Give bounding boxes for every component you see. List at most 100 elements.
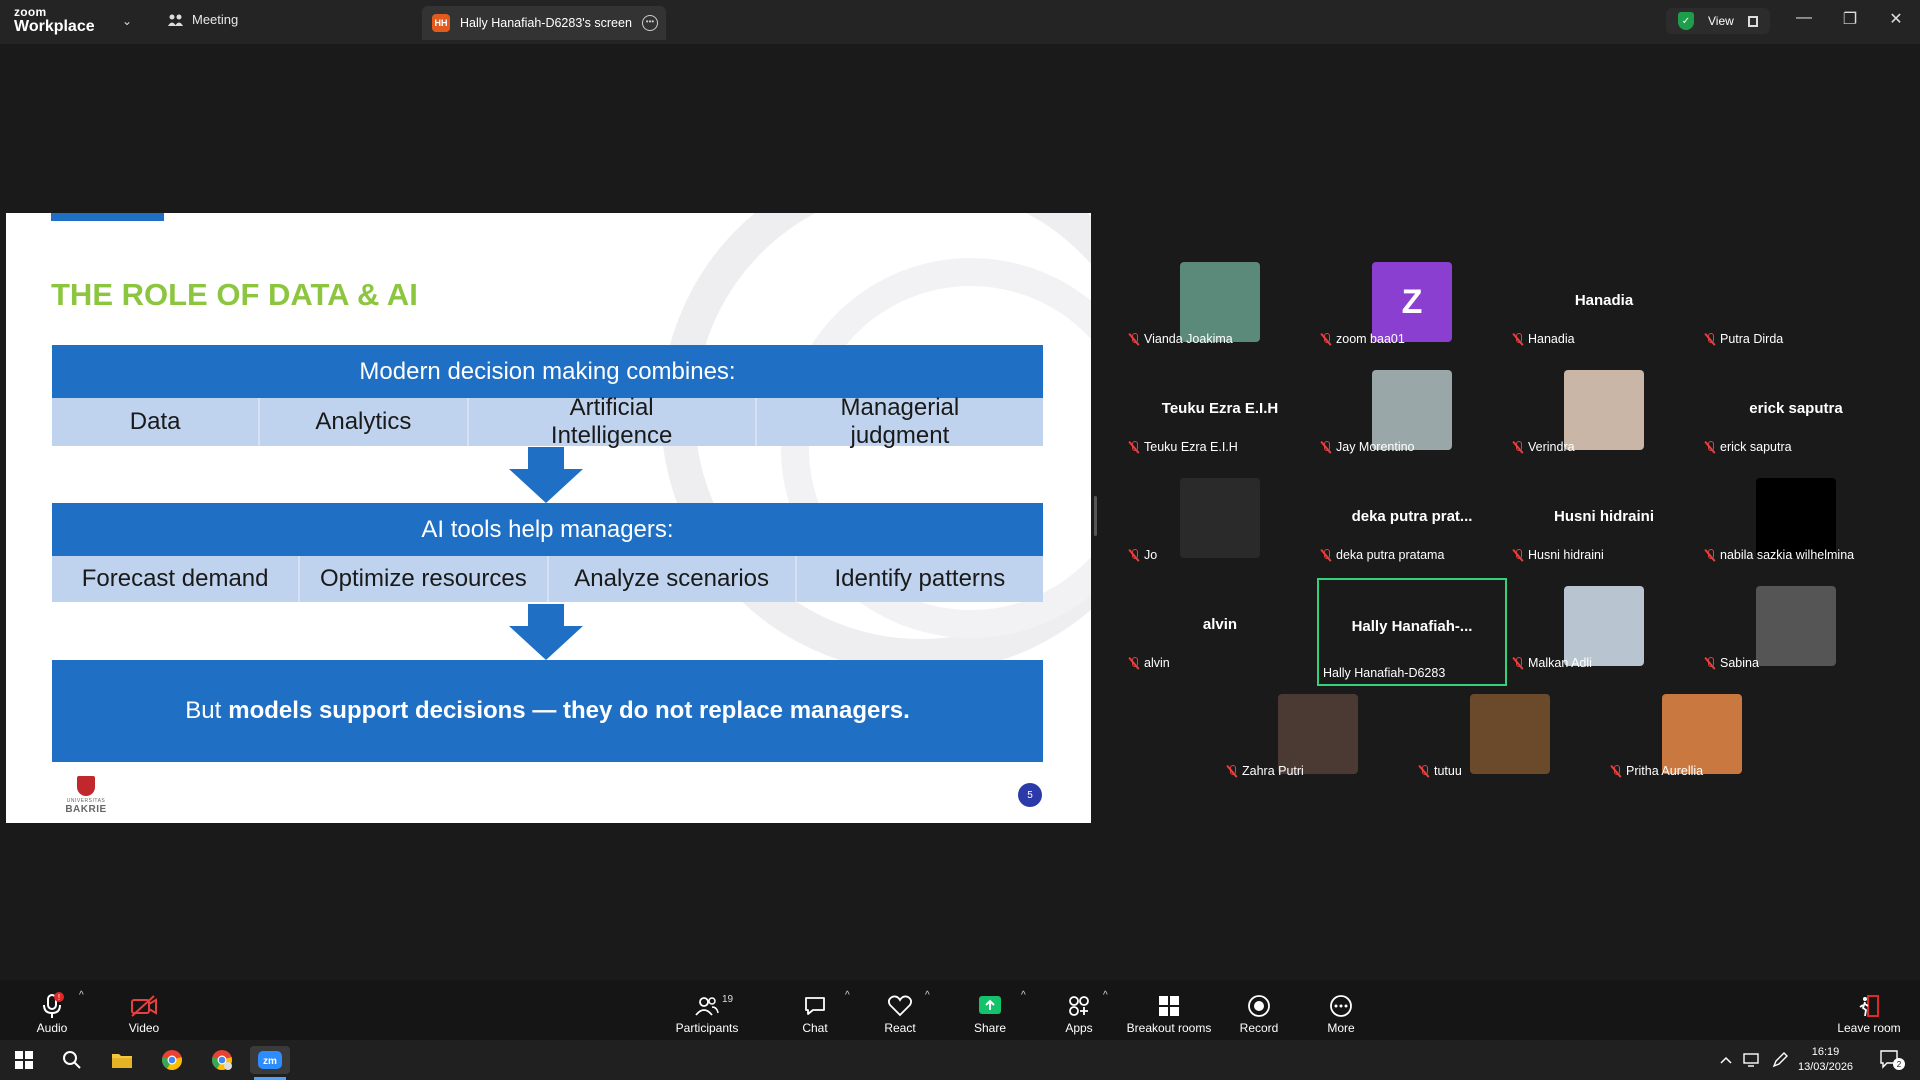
record-label: Record [1239, 1021, 1279, 1035]
participant-name: tutuu [1434, 764, 1462, 778]
record-button[interactable]: Record [1233, 980, 1285, 1040]
mic-muted-icon [1705, 656, 1715, 670]
participant-name-label: Putra Dirda [1705, 332, 1783, 346]
mic-muted-icon [1611, 764, 1621, 778]
participant-display-name: alvin [1202, 616, 1238, 633]
participant-tile[interactable]: Verindra [1509, 370, 1699, 474]
combines-cell: Analytics [260, 398, 469, 446]
chrome-icon[interactable] [152, 1046, 192, 1074]
participant-name-label: Jo [1129, 548, 1157, 562]
clock-time: 16:19 [1811, 1046, 1840, 1058]
participant-name: Malkan Adli [1528, 656, 1592, 670]
universitas-bakrie-logo: UNIVERSITAS BAKRIE [58, 776, 114, 815]
react-options-caret-icon[interactable]: ^ [925, 990, 930, 1001]
participant-name-label: Zahra Putri [1227, 764, 1304, 778]
grid-view-icon [1747, 15, 1758, 27]
participant-name: Jo [1144, 548, 1158, 562]
network-icon[interactable] [1740, 1046, 1764, 1074]
breakout-rooms-button[interactable]: Breakout rooms [1126, 980, 1212, 1040]
view-button[interactable]: ✓ View [1666, 8, 1770, 34]
share-options-caret-icon[interactable]: ^ [1021, 990, 1026, 1001]
close-icon[interactable]: ✕ [1886, 9, 1906, 29]
chrome-profile-icon[interactable] [202, 1046, 242, 1074]
participant-tile[interactable]: Putra Dirda [1701, 262, 1891, 366]
participant-video [1564, 370, 1644, 450]
participant-tile[interactable]: Pritha Aurellia [1607, 694, 1797, 798]
participant-tile[interactable]: Hanadia Hanadia [1509, 262, 1699, 366]
audio-options-caret-icon[interactable]: ^ [79, 990, 84, 1001]
video-button[interactable]: Video [114, 980, 174, 1040]
record-icon [1247, 991, 1271, 1021]
ai-tools-cell: Identify patterns [834, 565, 1006, 593]
share-label: Share [973, 1021, 1007, 1035]
participant-name-label: Jay Morentino [1321, 440, 1415, 454]
participant-name: Hally Hanafiah-D6283 [1323, 666, 1446, 680]
slide-page-number: 5 [1018, 783, 1042, 807]
minimize-icon[interactable]: — [1794, 9, 1814, 27]
audio-button[interactable]: ! Audio [22, 980, 82, 1040]
tab-shared-screen[interactable]: HH Hally Hanafiah-D6283's screen ••• [422, 6, 666, 40]
tab-meeting[interactable]: Meeting [168, 12, 238, 27]
participant-video [1756, 262, 1836, 342]
participant-tile[interactable]: deka putra prat... deka putra pratama [1317, 478, 1507, 582]
notification-count: 2 [1897, 1060, 1902, 1069]
apps-button[interactable]: Apps [1054, 980, 1104, 1040]
panel-resize-handle[interactable] [1094, 496, 1097, 536]
share-button[interactable]: Share [965, 980, 1015, 1040]
participant-tile[interactable]: Hally Hanafiah-... Hally Hanafiah-D6283 [1317, 578, 1507, 686]
zoom-workplace-logo[interactable]: zoom Workplace [14, 6, 95, 35]
participant-tile[interactable]: Zzoom baa01 [1317, 262, 1507, 366]
notification-center-icon[interactable]: 2 [1872, 1046, 1912, 1074]
apps-options-caret-icon[interactable]: ^ [1103, 990, 1108, 1001]
participant-tile[interactable]: alvin alvin [1125, 586, 1315, 690]
logo-line2: Workplace [14, 18, 95, 35]
participant-name: nabila sazkia wilhelmina [1720, 548, 1855, 562]
windows-icon[interactable] [4, 1046, 44, 1074]
participant-name: Verindra [1528, 440, 1575, 454]
system-clock[interactable]: 16:19 13/03/2026 [1798, 1045, 1853, 1075]
participants-button[interactable]: Participants [670, 980, 744, 1040]
mic-muted-icon [1321, 332, 1331, 346]
file-explorer-icon[interactable] [102, 1046, 142, 1074]
participant-tile[interactable]: Jo [1125, 478, 1315, 582]
participant-name: alvin [1144, 656, 1170, 670]
participant-tile[interactable]: Sabina [1701, 586, 1891, 690]
participant-name-label: deka putra pratama [1321, 548, 1444, 562]
security-shield-icon[interactable]: ✓ [1678, 12, 1694, 30]
participant-tile[interactable]: Jay Morentino [1317, 370, 1507, 474]
participant-tile[interactable]: tutuu [1415, 694, 1605, 798]
meeting-icon [168, 14, 183, 26]
participant-name: Teuku Ezra E.I.H [1144, 440, 1238, 454]
chevron-down-icon[interactable]: ⌄ [122, 14, 132, 28]
more-options-icon[interactable]: ••• [642, 15, 658, 31]
mic-muted-icon [1129, 548, 1139, 562]
participant-tile[interactable]: erick saputra erick saputra [1701, 370, 1891, 474]
participant-name-label: Verindra [1513, 440, 1575, 454]
leave-room-button[interactable]: Leave room [1834, 980, 1904, 1040]
participant-tile[interactable]: Malkan Adli [1509, 586, 1699, 690]
participant-tile[interactable]: Teuku Ezra E.I.H Teuku Ezra E.I.H [1125, 370, 1315, 474]
system-tray-caret-icon[interactable] [1714, 1046, 1738, 1074]
slide-title: THE ROLE OF DATA & AI [51, 277, 418, 312]
participant-name-label: tutuu [1419, 764, 1462, 778]
chat-icon [803, 991, 827, 1021]
title-bar: zoom Workplace ⌄ Meeting HH Hally Hanafi… [0, 0, 1920, 44]
chat-button[interactable]: Chat [790, 980, 840, 1040]
more-button[interactable]: More [1316, 980, 1366, 1040]
zoom-icon[interactable]: zm [250, 1046, 290, 1074]
mic-muted-icon [1705, 440, 1715, 454]
chat-options-caret-icon[interactable]: ^ [845, 990, 850, 1001]
participant-tile[interactable]: Zahra Putri [1223, 694, 1413, 798]
participant-tile[interactable]: nabila sazkia wilhelmina [1701, 478, 1891, 582]
participant-tile[interactable]: Husni hidraini Husni hidraini [1509, 478, 1699, 582]
video-label: Video [128, 1021, 160, 1035]
react-button[interactable]: React [875, 980, 925, 1040]
ai-tools-cell: Analyze scenarios [549, 556, 797, 602]
participant-tile[interactable]: Vianda Joakima [1125, 262, 1315, 366]
shared-slide: THE ROLE OF DATA & AI Modern decision ma… [6, 213, 1091, 823]
search-icon[interactable] [52, 1046, 92, 1074]
restore-icon[interactable]: ❐ [1840, 9, 1860, 29]
pen-icon[interactable] [1768, 1046, 1792, 1074]
participant-name-label: erick saputra [1705, 440, 1792, 454]
participant-name-label: Sabina [1705, 656, 1759, 670]
